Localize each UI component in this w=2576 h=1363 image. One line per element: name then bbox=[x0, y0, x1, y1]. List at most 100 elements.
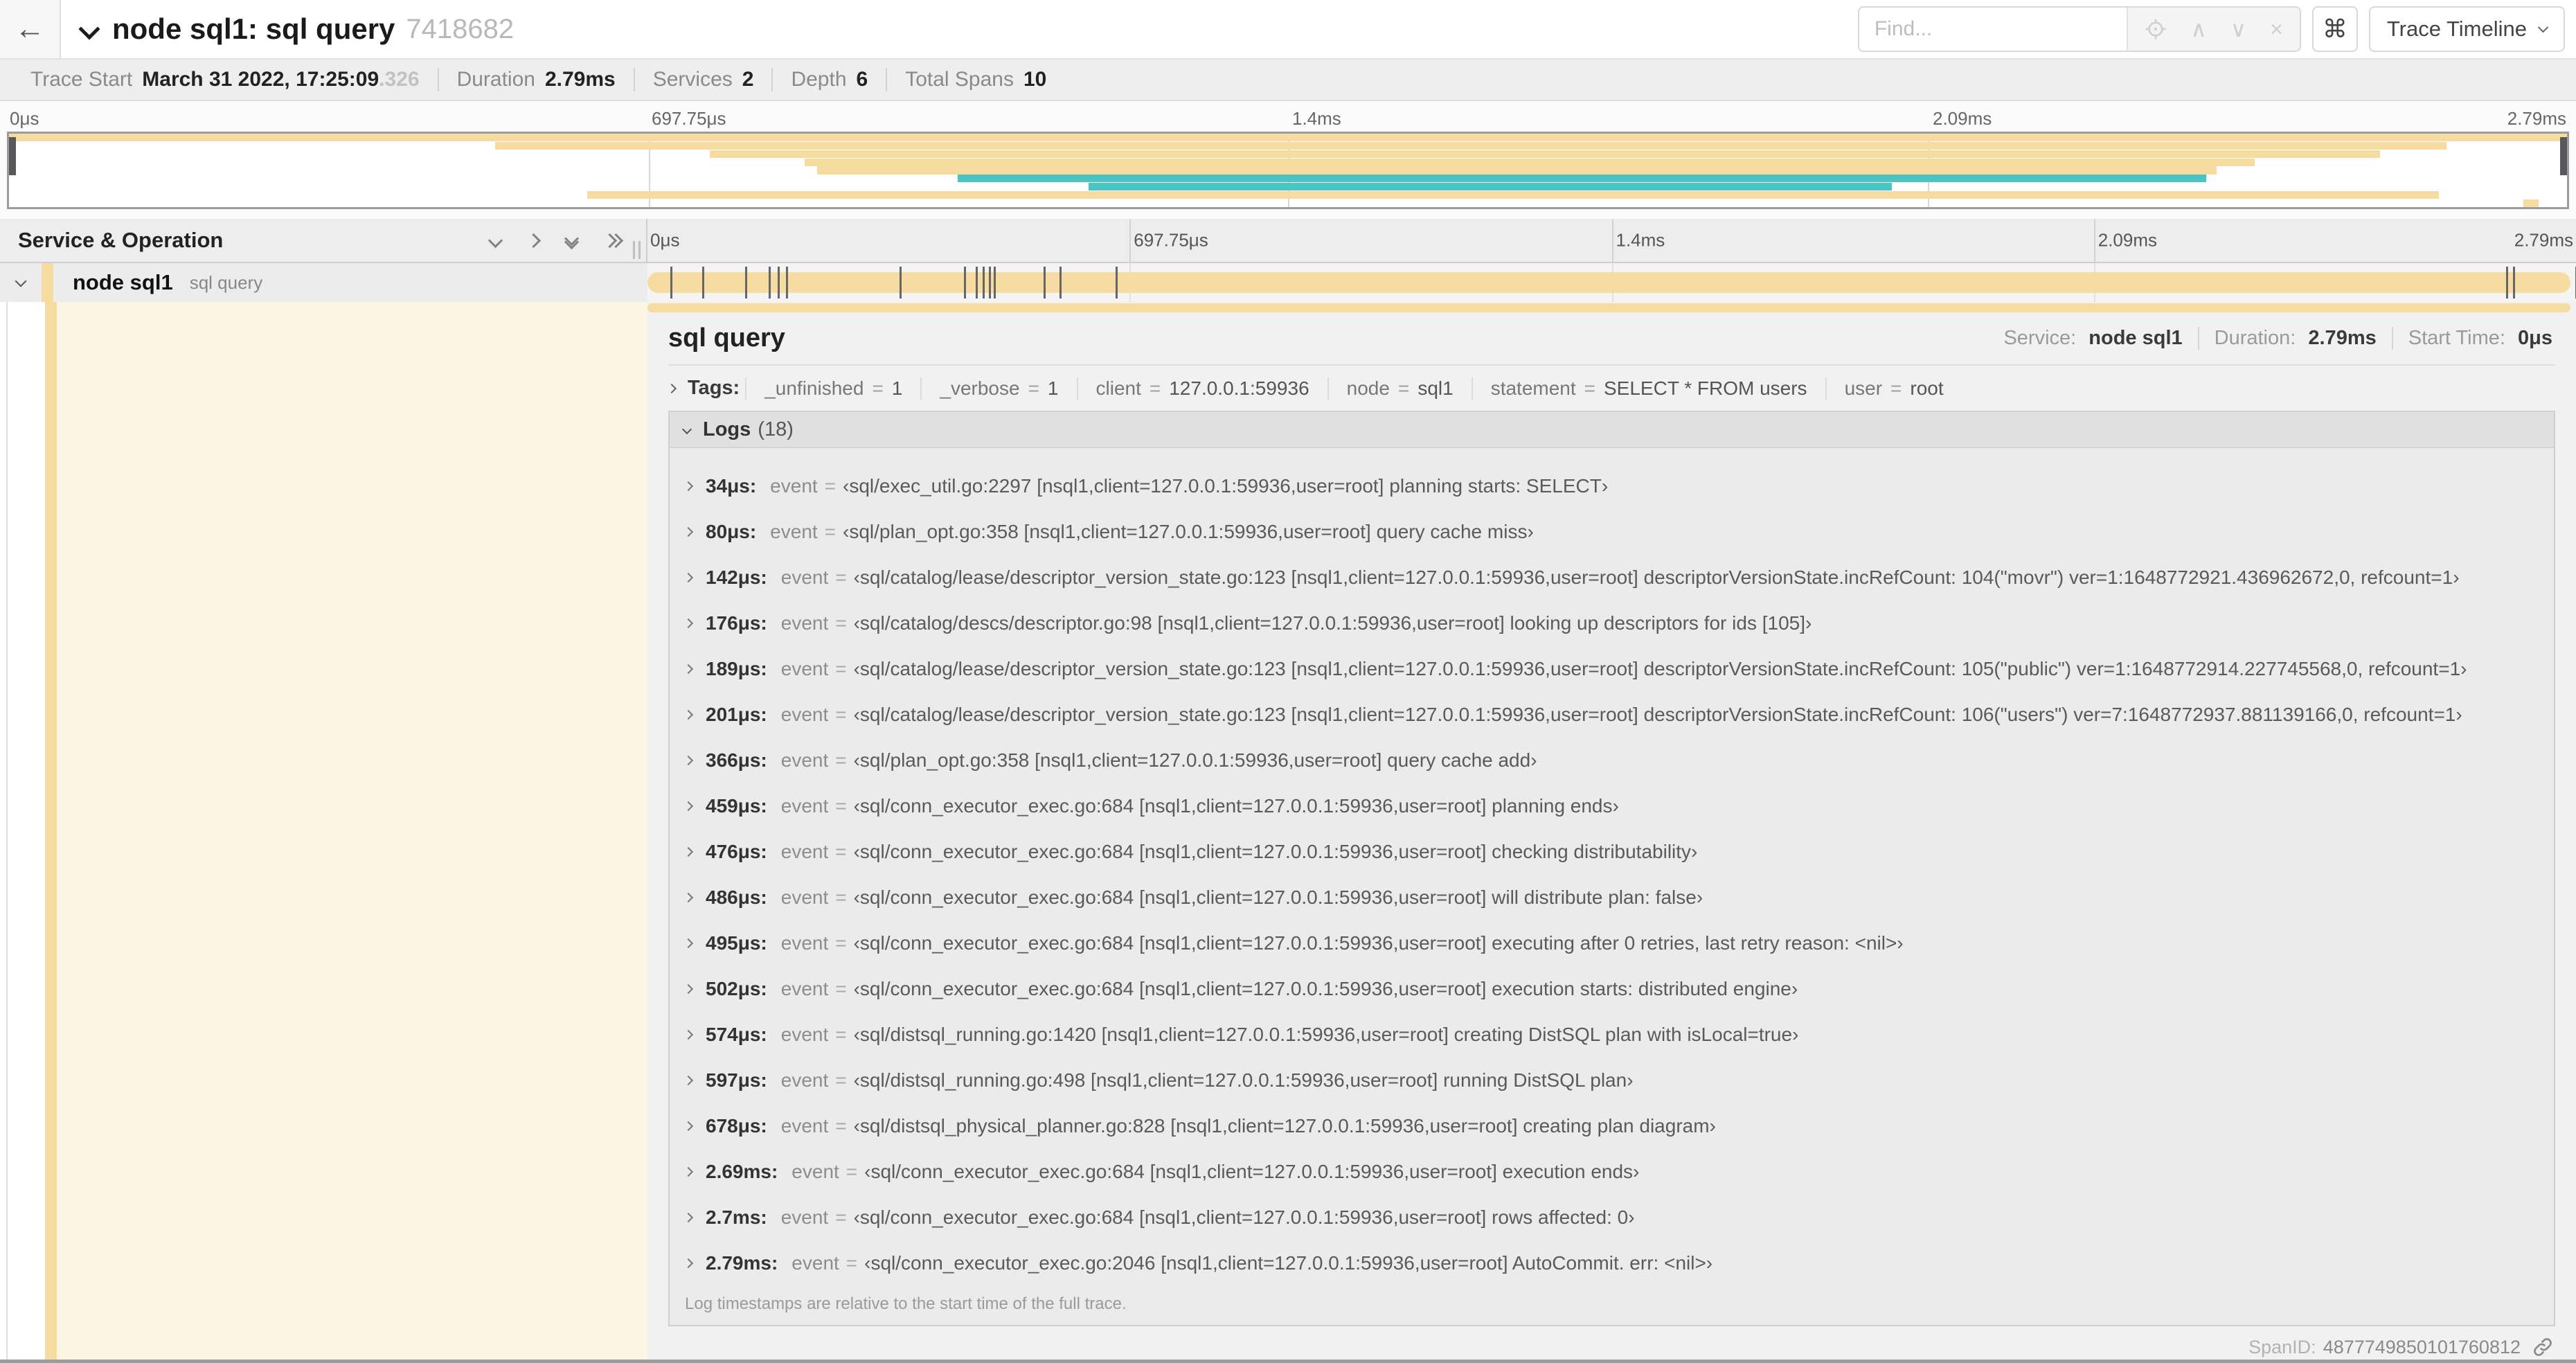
tags-label: Tags: bbox=[688, 377, 740, 399]
column-resizer-handle[interactable] bbox=[633, 241, 641, 259]
log-field-value: ‹sql/conn_executor_exec.go:684 [nsql1,cl… bbox=[853, 1206, 1635, 1228]
log-entry[interactable]: 502μs: event = ‹sql/conn_executor_exec.g… bbox=[670, 966, 2554, 1012]
span-overview-items: Service: node sql1 Duration: 2.79ms Star… bbox=[1988, 327, 2552, 350]
log-entry[interactable]: 189μs: event = ‹sql/catalog/lease/descri… bbox=[670, 646, 2554, 692]
logs-accordion-header[interactable]: Logs (18) bbox=[670, 412, 2554, 448]
span-timeline-track[interactable] bbox=[647, 263, 2576, 302]
chevron-right-icon bbox=[683, 663, 694, 675]
log-entry[interactable]: 2.7ms: event = ‹sql/conn_executor_exec.g… bbox=[670, 1195, 2554, 1240]
tag-value: 1 bbox=[1047, 377, 1059, 399]
summary-label: Trace Start bbox=[30, 68, 133, 91]
log-event-tick bbox=[2506, 267, 2509, 299]
overview-label: Start Time: bbox=[2408, 327, 2505, 349]
log-entry[interactable]: 495μs: event = ‹sql/conn_executor_exec.g… bbox=[670, 920, 2554, 966]
collapse-all-icon[interactable] bbox=[564, 231, 580, 250]
log-entry[interactable]: 476μs: event = ‹sql/conn_executor_exec.g… bbox=[670, 829, 2554, 875]
span-detail-row: sql query Service: node sql1 Duration: 2… bbox=[0, 302, 2576, 1360]
log-field-value: ‹sql/conn_executor_exec.go:684 [nsql1,cl… bbox=[853, 978, 1798, 999]
tag-item[interactable]: node = sql1 bbox=[1327, 377, 1472, 400]
log-entry[interactable]: 486μs: event = ‹sql/conn_executor_exec.g… bbox=[670, 875, 2554, 920]
locate-icon[interactable] bbox=[2145, 18, 2167, 40]
log-field-value: ‹sql/catalog/descs/descriptor.go:98 [nsq… bbox=[853, 612, 1812, 634]
log-entry[interactable]: 34μs: event = ‹sql/exec_util.go:2297 [ns… bbox=[670, 463, 2554, 509]
log-event-tick bbox=[976, 267, 978, 299]
minimap-span-bar bbox=[1088, 183, 1892, 191]
tag-item[interactable]: _verbose = 1 bbox=[920, 377, 1076, 400]
find-prev-icon[interactable]: ∧ bbox=[2190, 16, 2206, 42]
logs-title: Logs bbox=[703, 418, 751, 440]
ruler-tick: 2.79ms bbox=[2514, 229, 2573, 251]
log-field-key: event bbox=[780, 1115, 829, 1137]
tag-item[interactable]: _unfinished = 1 bbox=[745, 377, 920, 400]
span-row-name-cell[interactable]: node sql1 sql query bbox=[0, 263, 647, 302]
tag-item[interactable]: statement = SELECT * FROM users bbox=[1471, 377, 1825, 400]
minimap-tick-labels: 0μs 697.75μs 1.4ms 2.09ms 2.79ms bbox=[7, 107, 2569, 132]
find-input[interactable] bbox=[1859, 8, 2127, 51]
log-timestamp: 502μs: bbox=[706, 978, 767, 999]
span-detail-duration-bar bbox=[647, 303, 2570, 312]
log-entry[interactable]: 142μs: event = ‹sql/catalog/lease/descri… bbox=[670, 555, 2554, 600]
log-entry[interactable]: 201μs: event = ‹sql/catalog/lease/descri… bbox=[670, 692, 2554, 738]
log-timestamp: 189μs: bbox=[706, 658, 767, 679]
overview-value: 2.79ms bbox=[2308, 327, 2377, 349]
summary-value: 10 bbox=[1023, 68, 1047, 91]
log-field-key: event bbox=[791, 1161, 839, 1182]
chevron-right-icon bbox=[683, 526, 694, 537]
collapse-one-icon[interactable] bbox=[488, 233, 503, 248]
tag-value: SELECT * FROM users bbox=[1604, 377, 1807, 399]
chevron-right-icon bbox=[683, 1075, 694, 1086]
trace-view-selector-label: Trace Timeline bbox=[2386, 17, 2527, 41]
span-collapse-chevron[interactable] bbox=[15, 275, 27, 289]
trace-view-selector[interactable]: Trace Timeline bbox=[2368, 6, 2565, 52]
log-entry[interactable]: 366μs: event = ‹sql/plan_opt.go:358 [nsq… bbox=[670, 738, 2554, 783]
log-equals: = bbox=[835, 1115, 847, 1137]
log-field-value: ‹sql/conn_executor_exec.go:2046 [nsql1,c… bbox=[864, 1252, 1713, 1274]
log-field-key: event bbox=[780, 887, 829, 908]
tags-accordion-toggle[interactable]: Tags: bbox=[666, 377, 745, 400]
expand-one-icon[interactable] bbox=[526, 233, 542, 248]
log-field-key: event bbox=[791, 1252, 839, 1274]
back-button[interactable]: ← bbox=[0, 0, 61, 58]
span-duration-bar[interactable] bbox=[647, 272, 2570, 293]
find-next-icon[interactable]: ∨ bbox=[2230, 16, 2246, 42]
log-timestamp: 366μs: bbox=[706, 749, 767, 771]
tag-item[interactable]: user = root bbox=[1825, 377, 1962, 400]
trace-collapse-toggle[interactable] bbox=[78, 18, 100, 40]
log-event-tick bbox=[983, 267, 985, 299]
log-event-tick bbox=[900, 267, 902, 299]
log-entry[interactable]: 2.69ms: event = ‹sql/conn_executor_exec.… bbox=[670, 1149, 2554, 1195]
log-entry[interactable]: 678μs: event = ‹sql/distsql_physical_pla… bbox=[670, 1103, 2554, 1149]
ruler-tick: 1.4ms bbox=[1616, 229, 1665, 251]
service-operation-column-header: Service & Operation bbox=[0, 219, 647, 262]
summary-item: Services 2 bbox=[635, 68, 773, 91]
ruler-gridline bbox=[2093, 219, 2095, 262]
log-entry[interactable]: 176μs: event = ‹sql/catalog/descs/descri… bbox=[670, 600, 2554, 646]
deep-link-icon[interactable] bbox=[2532, 1336, 2554, 1358]
log-entry[interactable]: 2.79ms: event = ‹sql/conn_executor_exec.… bbox=[670, 1240, 2554, 1286]
minimap-left-drag-handle[interactable] bbox=[9, 137, 16, 176]
logs-footnote: Log timestamps are relative to the start… bbox=[685, 1294, 1127, 1313]
summary-item: Duration 2.79ms bbox=[439, 68, 635, 91]
timeline-ruler: 0μs 697.75μs 1.4ms 2.09ms 2.79ms bbox=[647, 219, 2576, 262]
log-event-tick bbox=[768, 267, 771, 299]
trace-id: 7418682 bbox=[406, 13, 515, 44]
keyboard-shortcuts-button[interactable]: ⌘ bbox=[2311, 6, 2358, 52]
minimap-right-drag-handle[interactable] bbox=[2560, 137, 2567, 176]
tag-item[interactable]: client = 127.0.0.1:59936 bbox=[1076, 377, 1327, 400]
chevron-down-icon bbox=[681, 424, 692, 435]
log-entry[interactable]: 574μs: event = ‹sql/distsql_running.go:1… bbox=[670, 1012, 2554, 1058]
minimap-span-bar bbox=[817, 166, 2217, 175]
find-clear-icon[interactable]: × bbox=[2270, 17, 2283, 42]
log-timestamp: 495μs: bbox=[706, 932, 767, 954]
span-row: node sql1 sql query bbox=[0, 263, 2576, 302]
log-entry[interactable]: 80μs: event = ‹sql/plan_opt.go:358 [nsql… bbox=[670, 509, 2554, 555]
summary-label: Services bbox=[652, 68, 733, 91]
log-event-tick bbox=[1115, 267, 1118, 299]
minimap-canvas[interactable] bbox=[7, 132, 2569, 209]
chevron-right-icon bbox=[683, 1212, 694, 1223]
log-entry[interactable]: 459μs: event = ‹sql/conn_executor_exec.g… bbox=[670, 783, 2554, 829]
spanid-row: SpanID: 4877749850101760812 bbox=[668, 1326, 2555, 1360]
tag-key: _unfinished bbox=[764, 377, 864, 399]
log-entry[interactable]: 597μs: event = ‹sql/distsql_running.go:4… bbox=[670, 1058, 2554, 1103]
expand-all-icon[interactable] bbox=[602, 233, 624, 248]
